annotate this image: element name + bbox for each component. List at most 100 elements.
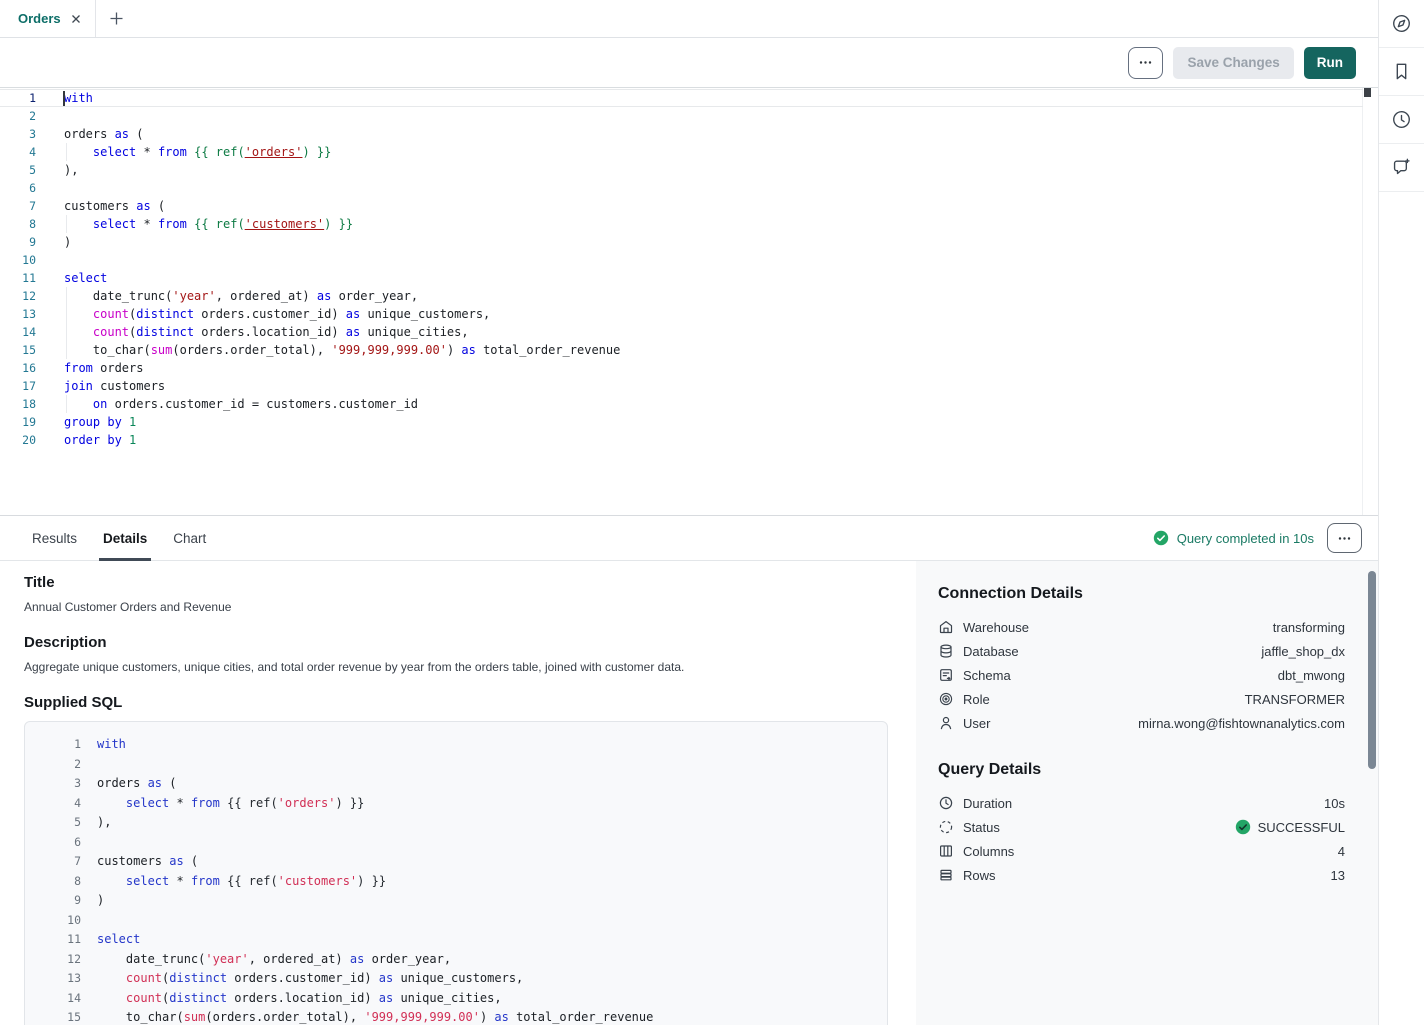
description-value: Aggregate unique customers, unique citie… <box>24 660 892 674</box>
detail-value: 10s <box>1324 796 1345 811</box>
line-number: 7 <box>41 852 81 872</box>
line-number: 17 <box>0 377 36 395</box>
title-heading: Title <box>24 574 892 591</box>
line-number: 2 <box>41 755 81 775</box>
code-line: 14 count(distinct orders.location_id) as… <box>41 989 887 1009</box>
code-line: 18 on orders.customer_id = customers.cus… <box>0 395 1378 413</box>
line-number: 3 <box>0 125 36 143</box>
plus-icon <box>109 11 124 26</box>
chat-plus-rail-button[interactable] <box>1379 144 1424 192</box>
save-changes-button[interactable]: Save Changes <box>1173 47 1293 79</box>
code-line: 3orders as ( <box>0 125 1378 143</box>
code-line: 11select <box>0 269 1378 287</box>
title-value: Annual Customer Orders and Revenue <box>24 600 892 614</box>
check-circle-icon <box>1153 530 1169 546</box>
compass-rail-button[interactable] <box>1379 0 1424 48</box>
supplied-sql-lines: 1with23orders as (4 select * from {{ ref… <box>41 735 887 1025</box>
detail-value: TRANSFORMER <box>1245 692 1345 707</box>
line-number: 4 <box>0 143 36 161</box>
detail-value: jaffle_shop_dx <box>1261 644 1345 659</box>
line-number: 12 <box>41 950 81 970</box>
editor-more-button[interactable] <box>1128 47 1163 79</box>
line-number: 10 <box>0 251 36 269</box>
code-line: 2 <box>0 107 1378 125</box>
code-line: 7customers as ( <box>0 197 1378 215</box>
description-heading: Description <box>24 634 892 651</box>
line-number: 9 <box>41 891 81 911</box>
detail-row: Schemadbt_mwong <box>938 663 1345 687</box>
connection-details-heading: Connection Details <box>938 585 1345 603</box>
query-details-heading: Query Details <box>938 761 1345 779</box>
code-line: 1with <box>41 735 887 755</box>
main-column: Orders Save Changes Run 1with23orders <box>0 0 1378 1025</box>
editor-toolbar: Save Changes Run <box>0 38 1378 88</box>
line-number: 8 <box>0 215 36 233</box>
chat-plus-icon <box>1391 157 1412 178</box>
detail-row: Warehousetransforming <box>938 615 1345 639</box>
line-number: 15 <box>41 1008 81 1025</box>
detail-label: Status <box>963 820 1000 835</box>
database-icon <box>938 643 954 659</box>
line-number: 11 <box>0 269 36 287</box>
role-icon <box>938 691 954 707</box>
code-line: 6 <box>0 179 1378 197</box>
code-line: 4 select * from {{ ref('orders') }} <box>41 794 887 814</box>
detail-value: 13 <box>1331 868 1345 883</box>
detail-label: Database <box>963 644 1019 659</box>
tab-details[interactable]: Details <box>101 516 149 560</box>
line-number: 2 <box>0 107 36 125</box>
bookmark-rail-button[interactable] <box>1379 48 1424 96</box>
detail-value: transforming <box>1273 620 1345 635</box>
status-icon <box>938 819 954 835</box>
detail-label: Schema <box>963 668 1011 683</box>
code-line: 9) <box>0 233 1378 251</box>
details-scrollbar[interactable] <box>1368 571 1376 769</box>
history-rail-button[interactable] <box>1379 96 1424 144</box>
detail-row: StatusSUCCESSFUL <box>938 815 1345 839</box>
panel-more-button[interactable] <box>1327 523 1362 553</box>
detail-row: Columns4 <box>938 839 1345 863</box>
connection-details-rows: Warehousetransforming Database jaffle_shop… <box>938 615 1345 735</box>
user-icon <box>938 715 954 731</box>
detail-label: Duration <box>963 796 1012 811</box>
ellipsis-icon <box>1337 531 1352 546</box>
supplied-sql-heading: Supplied SQL <box>24 694 892 711</box>
app-root: Orders Save Changes Run 1with23orders <box>0 0 1424 1025</box>
detail-row: User mirna.wong@fishtownanalytics.com <box>938 711 1345 735</box>
line-number: 13 <box>41 969 81 989</box>
detail-label: Role <box>963 692 990 707</box>
line-number: 9 <box>0 233 36 251</box>
line-number: 5 <box>0 161 36 179</box>
detail-row: Role TRANSFORMER <box>938 687 1345 711</box>
detail-label: Columns <box>963 844 1014 859</box>
close-icon[interactable] <box>70 13 82 25</box>
result-panel-tabs: Results Details Chart Query completed in… <box>0 515 1378 561</box>
code-line: 17join customers <box>0 377 1378 395</box>
sql-editor[interactable]: 1with23orders as (4 select * from {{ ref… <box>0 88 1378 515</box>
run-button[interactable]: Run <box>1304 47 1356 79</box>
code-line: 4 select * from {{ ref('orders') }} <box>0 143 1378 161</box>
code-line: 10 <box>0 251 1378 269</box>
line-number: 12 <box>0 287 36 305</box>
code-line: 3orders as ( <box>41 774 887 794</box>
tab-results[interactable]: Results <box>30 516 79 560</box>
detail-row: Database jaffle_shop_dx <box>938 639 1345 663</box>
warehouse-icon <box>938 619 954 635</box>
line-number: 6 <box>0 179 36 197</box>
code-line: 13 count(distinct orders.customer_id) as… <box>0 305 1378 323</box>
details-panel: Title Annual Customer Orders and Revenue… <box>0 561 1378 1025</box>
line-number: 7 <box>0 197 36 215</box>
tab-orders[interactable]: Orders <box>0 0 96 37</box>
code-line: 15 to_char(sum(orders.order_total), '999… <box>0 341 1378 359</box>
duration-icon <box>938 795 954 811</box>
tab-chart[interactable]: Chart <box>171 516 208 560</box>
line-number: 14 <box>41 989 81 1009</box>
line-number: 8 <box>41 872 81 892</box>
bookmark-icon <box>1391 61 1412 82</box>
detail-label: User <box>963 716 990 731</box>
supplied-sql-block: 1with23orders as (4 select * from {{ ref… <box>24 721 888 1025</box>
new-tab-button[interactable] <box>96 0 138 37</box>
line-number: 13 <box>0 305 36 323</box>
detail-value: mirna.wong@fishtownanalytics.com <box>1138 716 1345 731</box>
line-number: 1 <box>41 735 81 755</box>
